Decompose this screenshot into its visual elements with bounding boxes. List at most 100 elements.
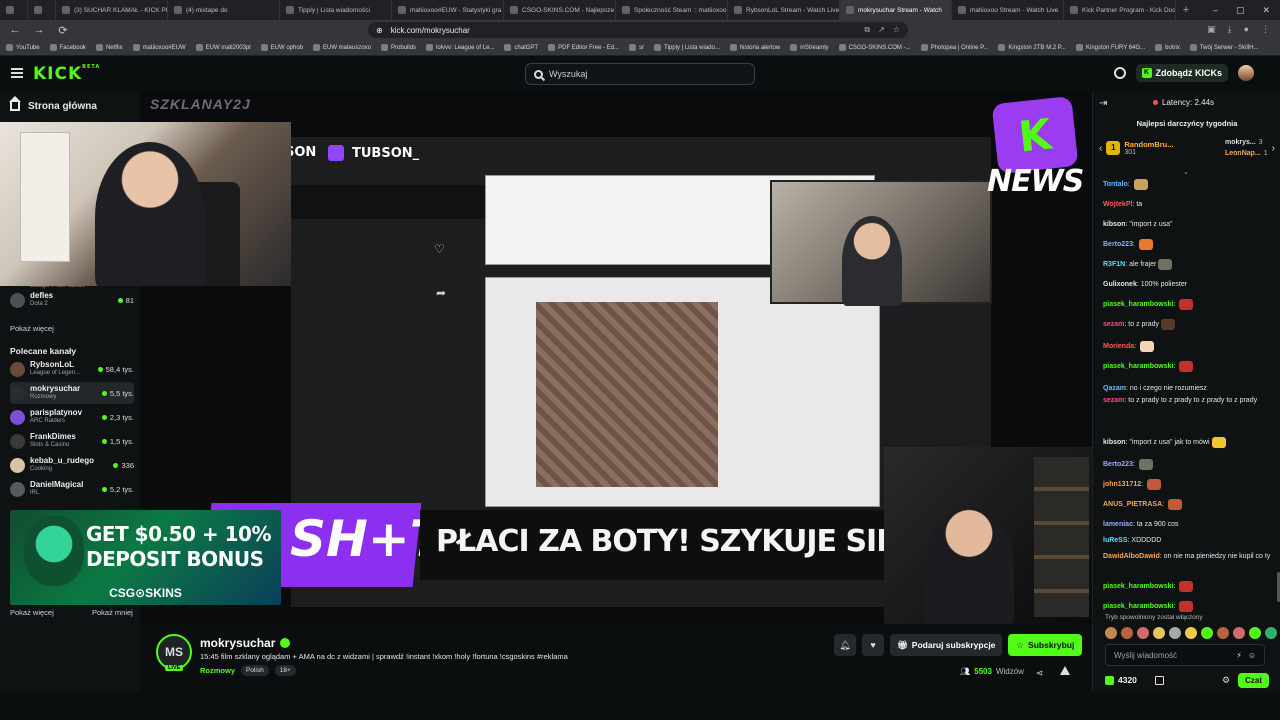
notifications-icon[interactable] [1113,67,1126,79]
collapse-chat-icon[interactable]: ⇥ [1099,98,1107,109]
chevron-right-icon[interactable]: › [1272,143,1275,154]
pinned-toggle-icon[interactable]: ⌄ [1183,168,1189,176]
show-more-recommended[interactable]: Pokaż więcej [10,608,54,617]
chevron-left-icon[interactable]: ‹ [1099,143,1102,154]
bookmark-item[interactable]: Facebook [49,44,86,51]
chat-username[interactable]: ANUS_PIETRASA [1103,501,1162,508]
bookmark-item[interactable]: EUW ophob [260,44,303,51]
translate-icon[interactable]: ⧉ [864,25,870,35]
show-less-recommended[interactable]: Pokaż mniej [92,608,133,617]
bookmark-item[interactable]: Netflix [95,44,123,51]
browser-menu-icon[interactable]: ⋮ [1261,24,1270,35]
emote-icon[interactable] [1169,627,1181,639]
subscribe-button[interactable]: ☆ Subskrybuj [1008,634,1083,656]
browser-tab[interactable]: Społeczność Steam :: matiioxoo [616,0,728,20]
chat-input-box[interactable]: ⚡ ☺ [1105,644,1265,666]
chat-username[interactable]: R3F1N [1103,261,1125,268]
commands-icon[interactable]: ⚡ [1236,651,1242,660]
bookmark-item[interactable]: Kingston FURY 64G... [1075,44,1145,51]
chat-username[interactable]: Gulixonek [1103,281,1137,288]
browser-tab[interactable]: mokrysuchar Stream - Watch [840,0,952,20]
forward-icon[interactable]: → [32,24,46,36]
site-info-icon[interactable]: ⊕ [376,26,383,35]
chat-username[interactable]: Berto223 [1103,241,1133,248]
sidebar-channel-item[interactable]: FrankDimes Slots & Casino 1,5 tys. [10,430,134,452]
kicks-balance[interactable]: 4320 [1105,675,1137,685]
sidebar-channel-item[interactable]: DanielMagical IRL 5,2 tys. [10,478,134,500]
minimize-icon[interactable]: – [1213,5,1218,16]
chat-username[interactable]: piasek_harambowski [1103,603,1173,610]
chat-username[interactable]: luReSS [1103,537,1128,544]
extensions-icon[interactable]: ▣ [1207,24,1216,35]
chat-username[interactable]: DawidAlboDawid [1103,553,1160,560]
emote-icon[interactable] [1265,627,1277,639]
stream-category-link[interactable]: Rozmowy [200,666,235,675]
bell-icon[interactable]: 🔔︎ [834,634,856,656]
bookmark-item[interactable]: sr [629,44,644,51]
chat-send-button[interactable]: Czat [1238,672,1269,688]
chat-username[interactable]: kibson [1103,439,1126,446]
sidebar-channel-item[interactable]: defles Dota 2 81 [10,289,134,311]
csgoskins-ad[interactable]: GET $0.50 + 10% DEPOSIT BONUS CSG⊙SKINS [10,510,281,605]
sidebar-channel-item[interactable]: parisplatynov ARC Raiders 2,3 tys. [10,406,134,428]
emote-icon[interactable] [1249,627,1261,639]
emoji-icon[interactable]: ☺ [1248,651,1256,660]
bookmark-item[interactable]: chatGPT [504,44,538,51]
kick-logo[interactable]: KICKBETA [33,64,100,84]
chat-username[interactable]: Berto223 [1103,461,1133,468]
emote-icon[interactable] [1121,627,1133,639]
bookmark-item[interactable]: CSGO-SKINS.COM -... [838,44,911,51]
browser-tab[interactable]: RybsonLoL Stream - Watch Live [728,0,840,20]
bookmark-item[interactable]: Kingston 2TB M.2 P... [998,44,1066,51]
bookmark-item[interactable]: YouTube [6,44,40,51]
search-input[interactable] [549,69,739,79]
reload-icon[interactable]: ⟳ [56,24,70,37]
bookmark-item[interactable]: Tipply | Lista wiado... [654,44,720,51]
bookmark-item[interactable]: lolvvv: League of Le... [426,44,494,51]
browser-tab[interactable] [0,0,28,20]
browser-tab[interactable]: matiioxoo#EUW - Statystyki gra [392,0,504,20]
bookmark-item[interactable]: Photopea | Online P... [920,44,988,51]
streamer-name[interactable]: mokrysuchar [200,636,291,650]
profile-icon[interactable]: ● [1244,24,1249,35]
tag-pill[interactable]: Polish [241,665,269,676]
close-icon[interactable]: ✕ [1262,5,1270,16]
calendar-icon[interactable] [1154,675,1164,685]
gift-sub-button[interactable]: 🎁︎ Podaruj subskrypcje [890,634,1003,656]
chat-username[interactable]: lameniac [1103,521,1133,528]
top-gifter[interactable]: 1 RandomBru... 301 [1106,140,1174,156]
chat-username[interactable]: sezam [1103,321,1124,328]
bookmark-item[interactable]: historia alertow [729,44,780,51]
bookmark-item[interactable]: botrix [1155,44,1180,51]
chat-username[interactable]: piasek_harambowski [1103,583,1173,590]
emote-icon[interactable] [1217,627,1229,639]
browser-tab[interactable]: (4) mixtape do [168,0,280,20]
new-tab-icon[interactable]: + [1176,4,1196,16]
bookmark-item[interactable]: matiioxoo#EUW [132,44,186,51]
bookmark-item[interactable]: PDF Editor Free - Ed... [548,44,619,51]
bookmark-item[interactable]: inStreamly [790,44,829,51]
gear-icon[interactable]: ⚙ [1222,675,1230,686]
menu-icon[interactable] [11,68,23,78]
chat-username[interactable]: john131712 [1103,481,1141,488]
home-link[interactable]: Strona główna [9,96,97,112]
browser-tab[interactable]: CSGO-SKINS.COM - Najlepsze [504,0,616,20]
share-page-icon[interactable]: ↗ [878,25,885,35]
browser-tab[interactable]: Kick Partner Program - Kick Doc [1064,0,1176,20]
bookmark-item[interactable]: EUW mateuszoxo [313,44,371,51]
chat-username[interactable]: kibson [1103,221,1126,228]
chat-input[interactable] [1114,650,1224,660]
chat-username[interactable]: piasek_harambowski [1103,301,1173,308]
sidebar-channel-item[interactable]: kebab_u_rudego Cooking 336 [10,454,134,476]
share-icon[interactable]: ⋖ [1036,668,1044,679]
emote-icon[interactable] [1185,627,1197,639]
chat-username[interactable]: WojtekPl [1103,201,1132,208]
search-bar[interactable] [525,63,755,85]
bookmark-item[interactable]: EUW mati2003pl [195,44,251,51]
get-kicks-button[interactable]: K Zdobądź KICKs [1135,64,1228,82]
heart-follow-icon[interactable]: ♥ [862,634,884,656]
browser-tab[interactable] [28,0,56,20]
emote-icon[interactable] [1153,627,1165,639]
show-more-followed[interactable]: Pokaż więcej [10,324,54,333]
browser-tab[interactable]: matiioxoo Stream - Watch Live [952,0,1064,20]
